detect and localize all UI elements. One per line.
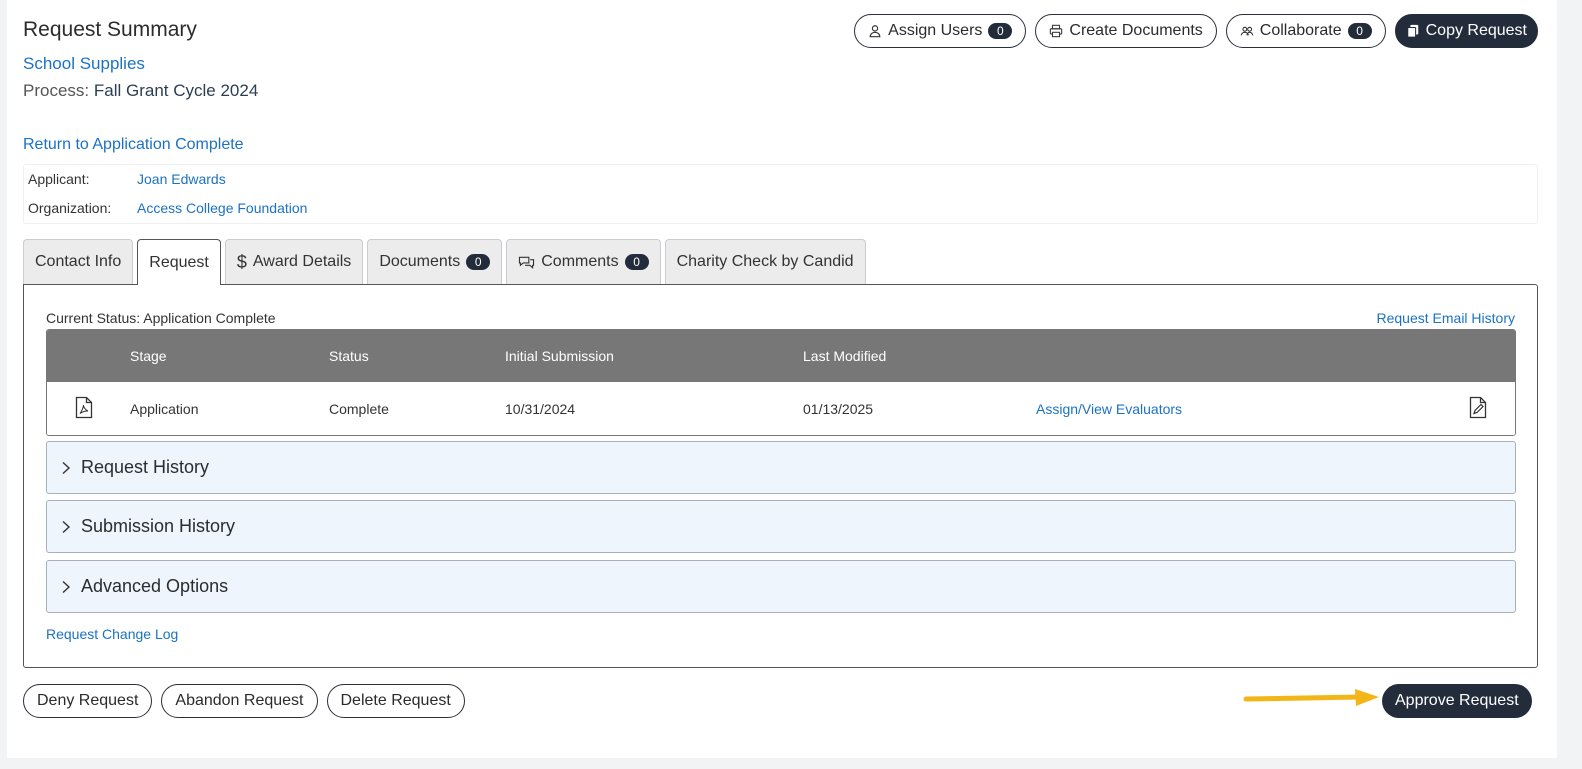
tab-award-details[interactable]: $ Award Details (224, 239, 364, 284)
tab-comments[interactable]: Comments 0 (506, 239, 661, 284)
table-header: Stage Status Initial Submission Last Mod… (47, 330, 1515, 382)
assign-users-label: Assign Users (888, 22, 983, 39)
header-initial-submission: Initial Submission (505, 348, 614, 364)
create-documents-label: Create Documents (1069, 22, 1203, 39)
row-initial-submission: 10/31/2024 (505, 400, 576, 417)
return-link[interactable]: Return to Application Complete (23, 136, 244, 154)
tab-charity-check-label: Charity Check by Candid (676, 253, 854, 270)
organization-label: Organization: (28, 200, 112, 216)
copy-icon (1406, 24, 1418, 38)
accordion-submission-history[interactable]: Submission History (46, 500, 1516, 553)
assign-view-evaluators-link[interactable]: Assign/View Evaluators (1036, 401, 1182, 417)
accordion-advanced-options[interactable]: Advanced Options (46, 560, 1516, 613)
tab-documents-label: Documents (379, 253, 461, 270)
chevron-right-icon (62, 580, 71, 593)
collaborate-button[interactable]: Collaborate 0 (1225, 14, 1386, 48)
accordion-request-history[interactable]: Request History (46, 441, 1516, 494)
accordion-request-history-label: Request History (81, 457, 210, 477)
printer-icon (1050, 24, 1063, 38)
applicant-row: Applicant: Joan Edwards (28, 171, 226, 187)
applicant-label: Applicant: (28, 171, 90, 187)
accordion-submission-history-label: Submission History (81, 516, 236, 536)
deny-request-button[interactable]: Deny Request (23, 684, 153, 718)
copy-request-button[interactable]: Copy Request (1394, 14, 1538, 48)
process-value: Fall Grant Cycle 2024 (93, 81, 259, 100)
delete-request-button[interactable]: Delete Request (326, 684, 465, 718)
assign-users-count: 0 (988, 23, 1013, 39)
applicant-info-box: Applicant: Joan Edwards Organization: Ac… (23, 164, 1538, 224)
bottom-actions: Deny Request Abandon Request Delete Requ… (23, 684, 465, 718)
pdf-icon[interactable] (75, 396, 93, 421)
edit-document-icon[interactable] (1469, 396, 1487, 421)
row-stage: Application (130, 400, 199, 417)
top-actions: Assign Users 0 Create Documents Collabor… (854, 14, 1538, 48)
tab-award-details-label: Award Details (252, 253, 352, 270)
users-icon (1240, 26, 1253, 36)
request-change-log-link[interactable]: Request Change Log (46, 626, 178, 642)
table-row: Application Complete 10/31/2024 01/13/20… (47, 382, 1515, 435)
row-status: Complete (329, 400, 389, 417)
user-icon (869, 25, 881, 38)
request-email-history-link[interactable]: Request Email History (1377, 310, 1516, 326)
current-status: Current Status: Application Complete (46, 310, 276, 326)
annotation-arrow-icon (1243, 689, 1379, 706)
row-last-modified: 01/13/2025 (803, 400, 874, 417)
applicant-link[interactable]: Joan Edwards (137, 171, 226, 187)
copy-request-label: Copy Request (1425, 22, 1527, 39)
organization-row: Organization: Access College Foundation (28, 200, 307, 216)
create-documents-button[interactable]: Create Documents (1035, 14, 1217, 48)
header-stage: Stage (130, 348, 167, 364)
tab-comments-label: Comments (541, 253, 619, 270)
tab-contact-info[interactable]: Contact Info (23, 239, 134, 284)
request-panel: Current Status: Application Complete Req… (23, 284, 1538, 668)
comments-count: 0 (624, 254, 649, 270)
chevron-right-icon (62, 520, 71, 533)
collaborate-label: Collaborate (1259, 22, 1342, 39)
assign-users-button[interactable]: Assign Users 0 (854, 14, 1027, 48)
tab-documents[interactable]: Documents 0 (367, 239, 503, 284)
header-status: Status (329, 348, 369, 364)
process-line: Process: Fall Grant Cycle 2024 (23, 81, 258, 101)
comments-icon (519, 256, 535, 269)
process-label: Process: (23, 81, 90, 100)
tab-request-label: Request (149, 253, 209, 271)
tab-charity-check[interactable]: Charity Check by Candid (664, 239, 866, 284)
tab-request[interactable]: Request (137, 239, 221, 285)
stage-table: Stage Status Initial Submission Last Mod… (46, 329, 1516, 436)
tab-bar: Contact Info Request $ Award Details Doc… (23, 239, 866, 285)
organization-link[interactable]: Access College Foundation (137, 200, 307, 216)
collaborate-count: 0 (1347, 23, 1372, 39)
approve-request-button[interactable]: Approve Request (1382, 684, 1532, 718)
accordion-advanced-options-label: Advanced Options (81, 576, 229, 596)
page-title: Request Summary (23, 18, 197, 41)
header-last-modified: Last Modified (803, 348, 887, 364)
chevron-right-icon (62, 461, 71, 474)
request-name-link[interactable]: School Supplies (23, 54, 145, 74)
documents-count: 0 (466, 254, 491, 270)
abandon-request-button[interactable]: Abandon Request (161, 684, 318, 718)
tab-contact-info-label: Contact Info (35, 253, 122, 270)
dollar-icon: $ (236, 251, 247, 272)
